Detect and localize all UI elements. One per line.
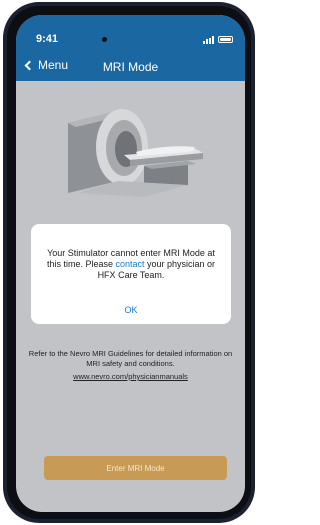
dialog-message: Your Stimulator cannot enter MRI Mode at… [43, 248, 219, 281]
front-camera [102, 37, 107, 42]
status-time: 9:41 [36, 33, 59, 45]
alert-dialog: Your Stimulator cannot enter MRI Mode at… [31, 224, 231, 324]
page-title: MRI Mode [102, 60, 159, 74]
nav-bar: Menu MRI Mode [16, 51, 245, 81]
physician-manuals-link[interactable]: www.nevro.com/physicianmanuals [16, 372, 245, 381]
ok-button[interactable]: OK [31, 305, 231, 315]
screen: 9:41 Menu MRI Mode Your Stimulator canno… [16, 15, 245, 512]
enter-mri-mode-button[interactable]: Enter MRI Mode [44, 456, 227, 480]
status-bar: 9:41 [16, 15, 245, 51]
mri-scanner-illustration [68, 109, 203, 197]
battery-icon [218, 36, 233, 43]
guidelines-text: Refer to the Nevro MRI Guidelines for de… [28, 349, 233, 368]
contact-link[interactable]: contact [115, 259, 144, 269]
cellular-signal-icon [203, 36, 214, 44]
